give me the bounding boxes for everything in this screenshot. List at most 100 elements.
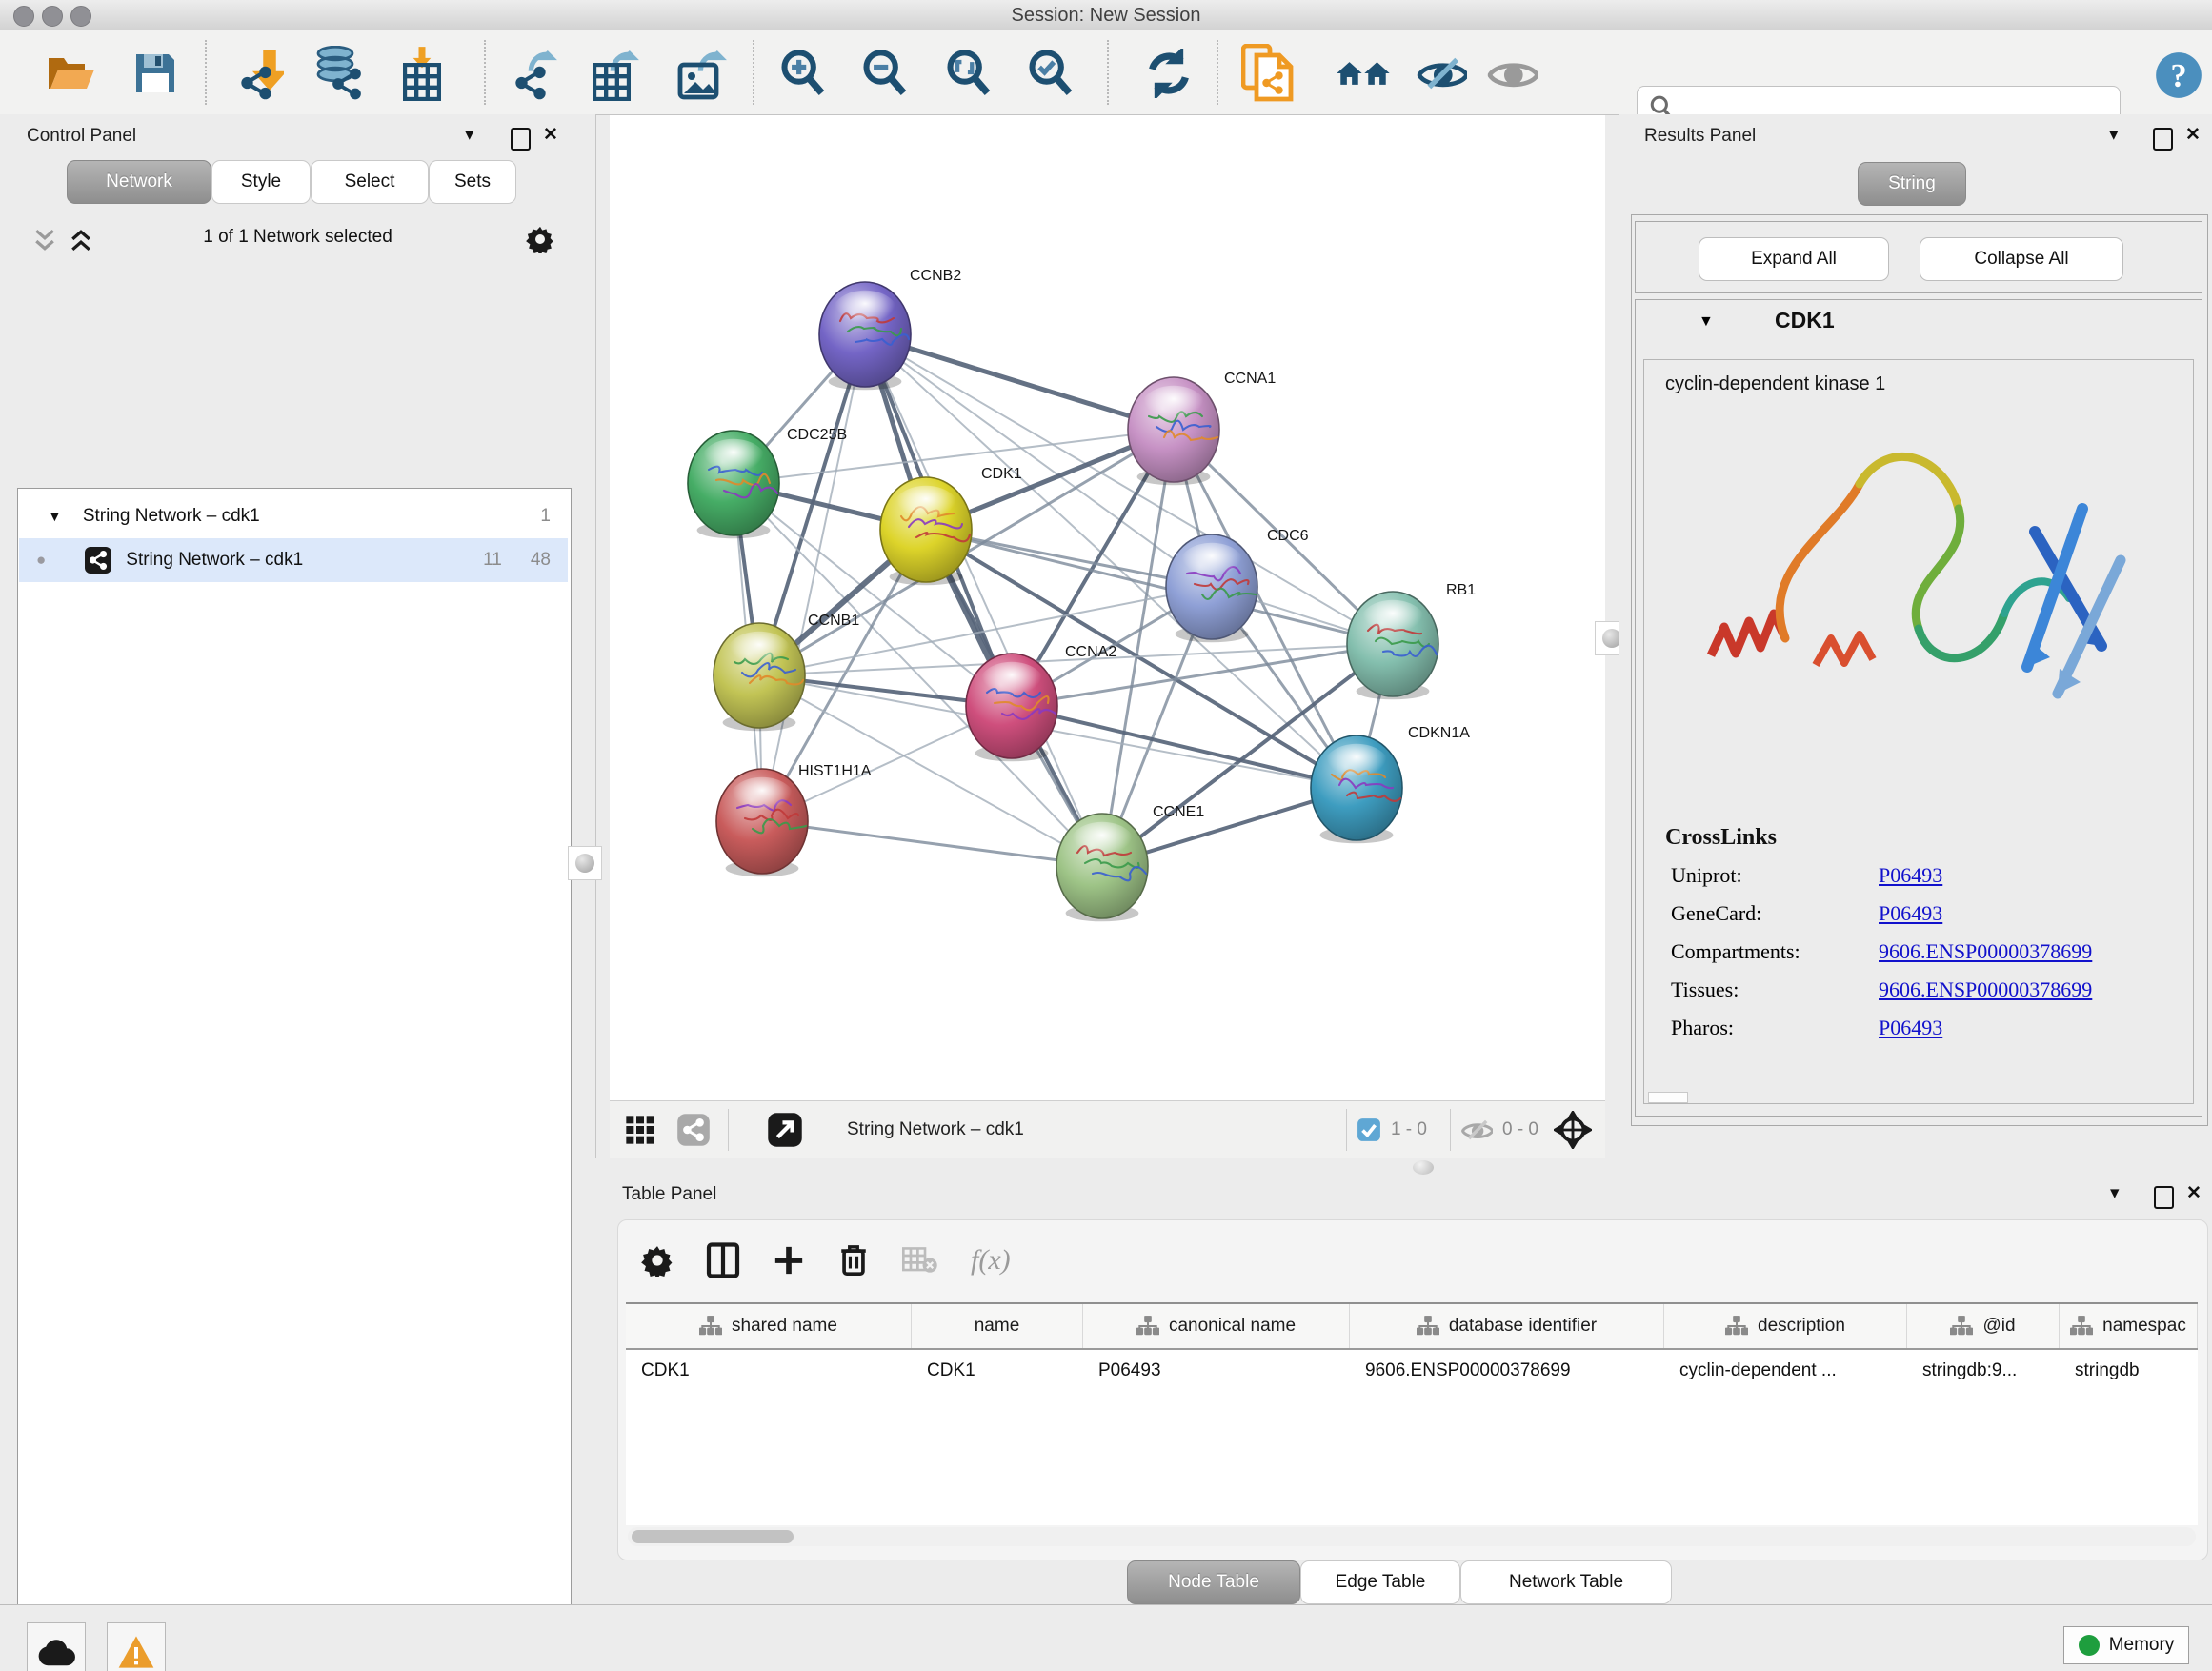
hide-selected-icon[interactable] [1412, 44, 1471, 103]
show-selected-icon[interactable] [1482, 44, 1541, 103]
gene-expander-icon[interactable]: ▼ [1699, 313, 1714, 331]
results-panel-float-icon[interactable] [2153, 128, 2173, 151]
table-row[interactable]: CDK1CDK1P064939606.ENSP00000378699cyclin… [626, 1350, 2198, 1392]
crosslink-link[interactable]: P06493 [1879, 901, 1942, 925]
network-state-dot: ● [36, 551, 46, 570]
table-panel-float-icon[interactable] [2154, 1186, 2174, 1209]
table-body: CDK1CDK1P064939606.ENSP00000378699cyclin… [626, 1350, 2198, 1392]
tab-network-table[interactable]: Network Table [1460, 1560, 1672, 1604]
zoom-selected-icon[interactable] [1021, 44, 1080, 103]
tree-icon [1725, 1316, 1748, 1337]
memory-button[interactable]: Memory [2063, 1626, 2189, 1664]
tree-expander-icon[interactable]: ▼ [48, 509, 62, 525]
zoom-in-icon[interactable] [774, 44, 833, 103]
splitter-handle[interactable] [1413, 1160, 1434, 1175]
warning-icon [117, 1634, 155, 1670]
network-options-gear-icon[interactable] [526, 225, 554, 253]
column-header-label: shared name [732, 1316, 837, 1337]
cloud-button[interactable] [27, 1622, 86, 1671]
node-RB1[interactable]: RB1 [1347, 582, 1476, 699]
protein-structure-image [1673, 417, 2168, 798]
help-icon[interactable]: ? [2149, 46, 2208, 105]
column-header-label: canonical name [1169, 1316, 1296, 1337]
gene-section: ▼ CDK1 cyclin-dependent kinase 1 [1635, 299, 2202, 1117]
column-header--id[interactable]: @id [1907, 1304, 2060, 1348]
fit-content-icon[interactable] [939, 44, 998, 103]
control-panel: Control Panel ▾ ✕ Network Style Select S… [0, 114, 596, 1604]
copy-network-icon[interactable] [1238, 44, 1297, 103]
export-image-icon[interactable] [673, 44, 732, 103]
string-results-container: Expand All Collapse All ▼ CDK1 cyclin-de… [1631, 214, 2208, 1126]
tab-style[interactable]: Style [211, 160, 311, 204]
fit-selected-crosshair-icon[interactable] [1554, 1111, 1592, 1149]
control-panel-menu-icon[interactable]: ▾ [465, 124, 474, 146]
zoom-out-icon[interactable] [855, 44, 915, 103]
column-header-label: description [1758, 1316, 1845, 1337]
open-session-icon[interactable] [42, 44, 101, 103]
refresh-icon[interactable] [1139, 44, 1198, 103]
node-CCNA1[interactable]: CCNA1 [1128, 371, 1276, 485]
import-network-from-database-icon[interactable] [310, 44, 369, 103]
column-header-description[interactable]: description [1664, 1304, 1907, 1348]
delete-column-icon[interactable] [837, 1242, 870, 1278]
export-table-icon[interactable] [585, 44, 644, 103]
network-collection-row[interactable]: ▼ String Network – cdk1 1 [19, 494, 568, 538]
node-label-CDC6: CDC6 [1267, 528, 1309, 544]
show-all-networks-icon[interactable] [1334, 44, 1393, 103]
node-CCNE1[interactable]: CCNE1 [1056, 804, 1204, 921]
control-panel-float-icon[interactable] [511, 128, 531, 151]
crosslink-link[interactable]: P06493 [1879, 1016, 1942, 1039]
network-row[interactable]: ● String Network – cdk1 11 48 [19, 538, 568, 582]
crosslink-link[interactable]: 9606.ENSP00000378699 [1879, 977, 2092, 1001]
add-column-icon[interactable] [773, 1244, 805, 1277]
table-hscroll-thumb[interactable] [632, 1530, 794, 1543]
column-header-name[interactable]: name [912, 1304, 1083, 1348]
tab-network[interactable]: Network [67, 160, 211, 204]
column-header-namespac[interactable]: namespac [2060, 1304, 2198, 1348]
column-header-database-identifier[interactable]: database identifier [1350, 1304, 1664, 1348]
tab-string[interactable]: String [1858, 162, 1966, 206]
table-panel-menu-icon[interactable]: ▾ [2110, 1182, 2120, 1204]
node-CDC6[interactable]: CDC6 [1166, 528, 1309, 642]
left-splitter-handle[interactable] [568, 846, 602, 880]
node-CDKN1A[interactable]: CDKN1A [1311, 725, 1470, 843]
node-CDK1[interactable]: CDK1 [880, 466, 1022, 585]
selected-checkbox-icon[interactable] [1357, 1117, 1381, 1142]
import-network-icon[interactable] [229, 44, 288, 103]
table-cell: stringdb:9... [1907, 1350, 2060, 1392]
export-network-icon[interactable] [505, 44, 564, 103]
column-header-shared-name[interactable]: shared name [626, 1304, 912, 1348]
crosslink-link[interactable]: 9606.ENSP00000378699 [1879, 939, 2092, 963]
network-selection-status: 1 of 1 Network selected [0, 227, 595, 248]
node-CCNB2[interactable]: CCNB2 [819, 268, 961, 390]
tab-sets[interactable]: Sets [429, 160, 516, 204]
tab-edge-table[interactable]: Edge Table [1300, 1560, 1460, 1604]
crosslink-row: Tissues:9606.ENSP00000378699 [1671, 977, 2185, 1008]
network-canvas[interactable]: CCNB2CCNA1CDC25BCDK1CDC6RB1CCNB1CCNA2CDK… [610, 115, 1605, 1100]
node-label-RB1: RB1 [1446, 582, 1476, 598]
control-panel-close-icon[interactable]: ✕ [543, 124, 558, 146]
network-share-icon[interactable] [676, 1113, 711, 1147]
save-session-icon[interactable] [126, 44, 185, 103]
results-hscroll-thumb[interactable] [1648, 1092, 1688, 1103]
expand-all-button[interactable]: Expand All [1699, 237, 1889, 281]
birdseye-view-icon[interactable] [767, 1112, 803, 1148]
delete-table-icon [902, 1246, 938, 1275]
table-hscrollbar[interactable] [628, 1527, 2196, 1546]
crosslink-link[interactable]: P06493 [1879, 863, 1942, 887]
import-table-icon[interactable] [392, 44, 452, 103]
warnings-button[interactable] [107, 1622, 166, 1671]
column-header-canonical-name[interactable]: canonical name [1083, 1304, 1350, 1348]
collapse-all-button[interactable]: Collapse All [1920, 237, 2123, 281]
table-toolbar: f(x) [630, 1230, 1011, 1291]
results-panel-menu-icon[interactable]: ▾ [2109, 124, 2119, 146]
table-panel-close-icon[interactable]: ✕ [2186, 1182, 2202, 1204]
tab-node-table[interactable]: Node Table [1127, 1560, 1300, 1604]
show-columns-icon[interactable] [706, 1242, 740, 1278]
table-options-gear-icon[interactable] [641, 1244, 674, 1277]
node-HIST1H1A[interactable]: HIST1H1A [716, 763, 872, 876]
crosslink-row: Compartments:9606.ENSP00000378699 [1671, 939, 2185, 970]
grid-view-icon[interactable] [625, 1115, 655, 1145]
results-panel-close-icon[interactable]: ✕ [2185, 124, 2201, 146]
tab-select[interactable]: Select [311, 160, 429, 204]
